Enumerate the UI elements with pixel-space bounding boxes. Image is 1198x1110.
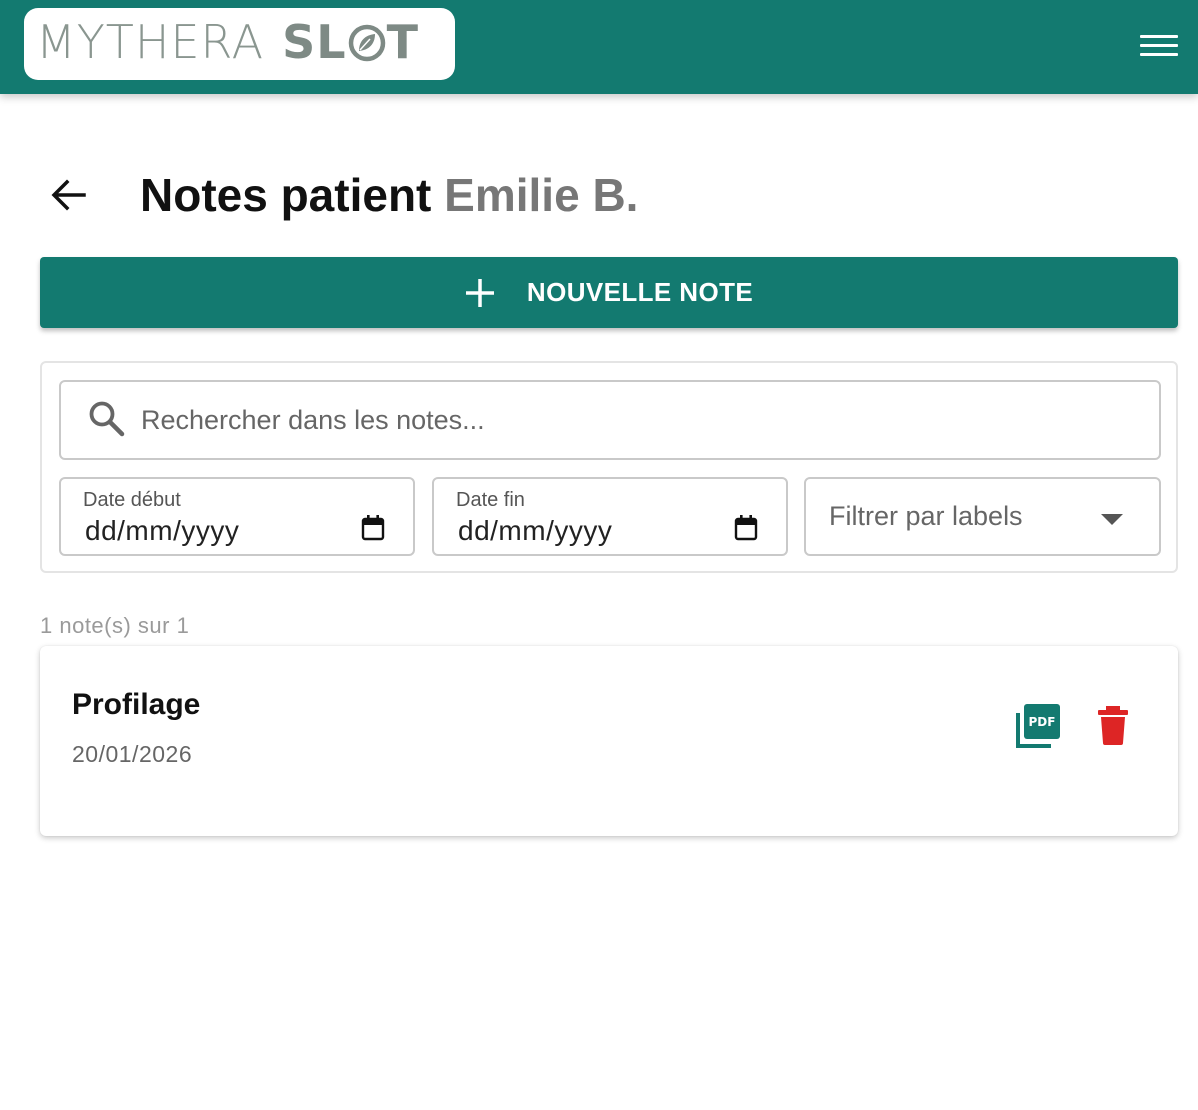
date-start-field[interactable]: Date début dd/mm/yyyy (59, 477, 415, 556)
trash-icon[interactable] (1096, 706, 1130, 746)
search-icon (87, 399, 125, 442)
filter-panel: Date début dd/mm/yyyy Date fin dd/mm/yyy… (40, 361, 1178, 573)
date-end-input[interactable]: dd/mm/yyyy (458, 515, 612, 547)
logo-text-slot-suffix: T (386, 15, 419, 70)
page-header: Notes patient Emilie B. (40, 160, 1160, 230)
logo-text-mythera: MYTHERA (36, 15, 265, 70)
calendar-icon[interactable] (361, 515, 385, 546)
logo-text-slot-prefix: SL (282, 15, 347, 70)
labels-filter-select[interactable]: Filtrer par labels (804, 477, 1161, 556)
caret-down-icon (1101, 513, 1123, 531)
leaf-icon (348, 23, 386, 69)
picture-as-pdf-icon[interactable]: PDF (1016, 704, 1060, 748)
note-date: 20/01/2026 (72, 741, 193, 767)
date-start-input[interactable]: dd/mm/yyyy (85, 515, 239, 547)
search-input[interactable] (141, 404, 1041, 436)
date-end-field[interactable]: Date fin dd/mm/yyyy (432, 477, 788, 556)
calendar-icon[interactable] (734, 515, 758, 546)
date-start-label: Date début (83, 489, 181, 511)
new-note-button[interactable]: NOUVELLE NOTE (40, 257, 1178, 328)
page-title-text: Notes patient (140, 169, 432, 221)
page-title: Notes patient Emilie B. (140, 168, 638, 222)
search-field[interactable] (59, 380, 1161, 460)
hamburger-menu-icon[interactable] (1140, 28, 1178, 62)
arrow-left-icon[interactable] (34, 161, 102, 229)
app-bar: MYTHERA SL T (0, 0, 1198, 94)
note-card[interactable]: Profilage 20/01/2026 PDF (40, 646, 1178, 836)
date-end-label: Date fin (456, 489, 525, 511)
new-note-label: NOUVELLE NOTE (526, 277, 754, 307)
logo[interactable]: MYTHERA SL T (24, 8, 455, 80)
results-count: 1 note(s) sur 1 (40, 613, 190, 638)
note-title: Profilage (72, 688, 201, 721)
labels-filter-placeholder: Filtrer par labels (829, 501, 1023, 531)
plus-icon (465, 278, 495, 308)
pdf-icon-text: PDF (1029, 715, 1056, 729)
patient-name: Emilie B. (444, 169, 639, 221)
